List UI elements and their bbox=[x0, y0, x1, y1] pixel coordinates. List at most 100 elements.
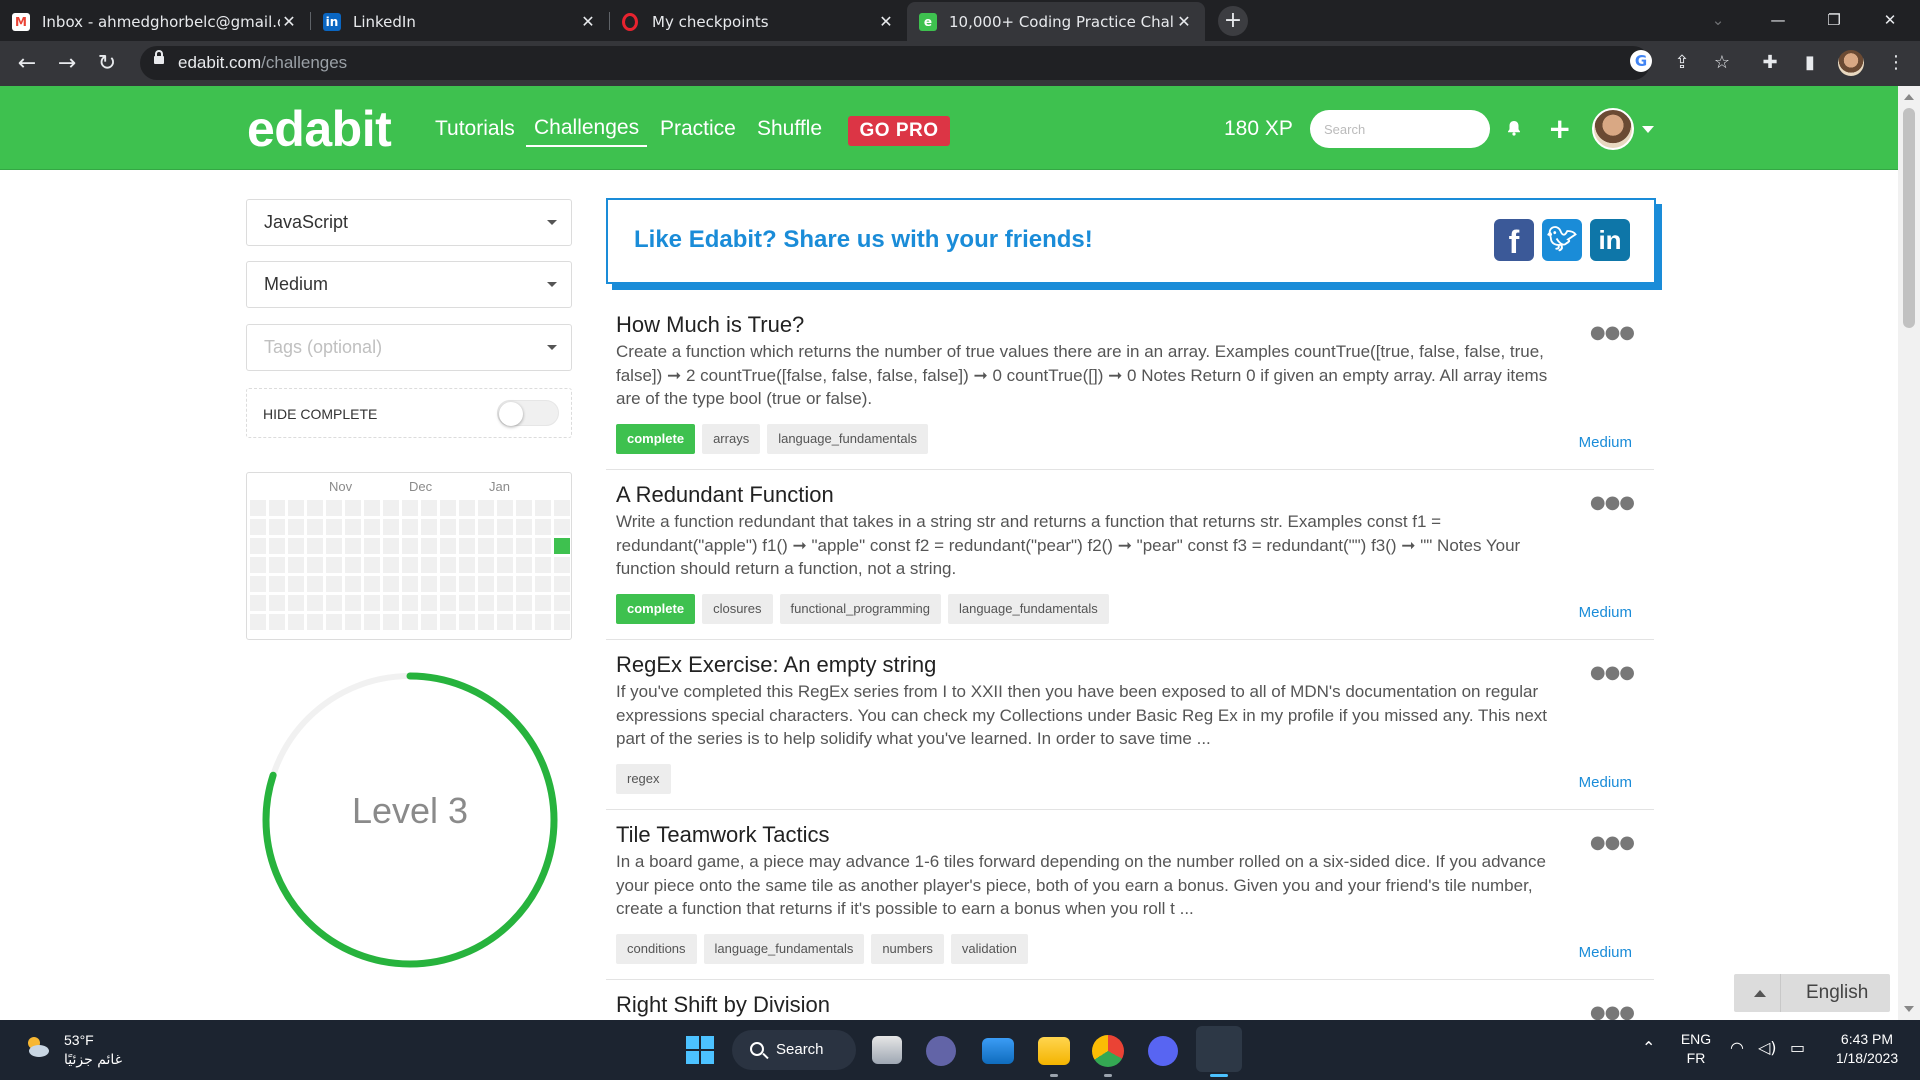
taskbar-search-button[interactable]: Search bbox=[732, 1030, 856, 1070]
tab-edabit[interactable]: e 10,000+ Coding Practice Challen ✕ bbox=[907, 2, 1205, 41]
discord-icon[interactable] bbox=[1148, 1036, 1178, 1066]
tag[interactable]: language_fundamentals bbox=[947, 594, 1109, 624]
challenge-card[interactable]: RegEx Exercise: An empty string If you'v… bbox=[606, 640, 1654, 810]
challenge-title[interactable]: A Redundant Function bbox=[616, 482, 834, 508]
mail-icon[interactable] bbox=[982, 1038, 1014, 1064]
chrome-icon[interactable] bbox=[1092, 1035, 1124, 1067]
more-options-icon[interactable]: ●●● bbox=[1590, 492, 1635, 513]
nav-practice[interactable]: Practice bbox=[660, 117, 736, 141]
reload-icon[interactable]: ↻ bbox=[92, 49, 122, 79]
linkedin-share-icon[interactable]: in bbox=[1590, 219, 1630, 261]
language-button[interactable]: English bbox=[1734, 974, 1890, 1012]
calendar-day-cell bbox=[287, 594, 305, 612]
edabit-logo[interactable]: edabit bbox=[247, 100, 392, 158]
nav-shuffle[interactable]: Shuffle bbox=[757, 117, 822, 141]
tag[interactable]: arrays bbox=[702, 424, 761, 454]
tag[interactable]: language_fundamentals bbox=[703, 934, 865, 964]
side-panel-icon[interactable]: ▮ bbox=[1796, 49, 1824, 77]
tag[interactable]: conditions bbox=[616, 934, 697, 964]
close-window-icon[interactable]: ✕ bbox=[1862, 0, 1918, 41]
tag-complete[interactable]: complete bbox=[616, 424, 696, 454]
challenge-title[interactable]: Right Shift by Division bbox=[616, 992, 830, 1018]
calendar-day-cell bbox=[515, 537, 533, 555]
bell-icon[interactable] bbox=[1506, 120, 1522, 136]
add-icon[interactable]: + bbox=[1548, 112, 1571, 145]
challenge-card[interactable]: Right Shift by Division ●●● bbox=[606, 980, 1654, 1020]
url-field[interactable]: edabit.com/challenges bbox=[140, 46, 1650, 80]
more-options-icon[interactable]: ●●● bbox=[1590, 322, 1635, 343]
close-tab-icon[interactable]: ✕ bbox=[579, 12, 597, 31]
challenge-card[interactable]: Tile Teamwork Tactics In a board game, a… bbox=[606, 810, 1654, 980]
tag[interactable]: regex bbox=[616, 764, 671, 794]
scroll-up-icon[interactable] bbox=[1904, 94, 1914, 100]
forward-icon[interactable]: → bbox=[52, 49, 82, 79]
restore-icon[interactable]: ❐ bbox=[1806, 0, 1862, 41]
clock[interactable]: 6:43 PM 1/18/2023 bbox=[1822, 1030, 1912, 1068]
share-icon[interactable]: ⇪ bbox=[1668, 49, 1696, 77]
twitter-icon[interactable]: 🐦︎ bbox=[1542, 219, 1582, 261]
tab-search-icon[interactable]: ⌄ bbox=[1690, 0, 1746, 41]
tab-linkedin[interactable]: in LinkedIn ✕ bbox=[311, 2, 609, 41]
tab-checkpoints[interactable]: My checkpoints ✕ bbox=[610, 2, 907, 41]
volume-icon[interactable]: ◁) bbox=[1758, 1038, 1777, 1057]
challenge-card[interactable]: How Much is True? Create a function whic… bbox=[606, 300, 1654, 470]
snipping-tool-icon[interactable] bbox=[1196, 1026, 1242, 1072]
wifi-icon[interactable]: ◠ bbox=[1730, 1038, 1744, 1057]
profile-avatar-icon[interactable] bbox=[1838, 50, 1864, 76]
tab-gmail[interactable]: M Inbox - ahmedghorbelc@gmail.c ✕ bbox=[0, 2, 310, 41]
close-tab-icon[interactable]: ✕ bbox=[280, 12, 298, 31]
difficulty-label[interactable]: Medium bbox=[1579, 604, 1632, 621]
task-view-icon[interactable] bbox=[872, 1036, 902, 1064]
difficulty-label[interactable]: Medium bbox=[1579, 434, 1632, 451]
close-tab-icon[interactable]: ✕ bbox=[877, 12, 895, 31]
input-language[interactable]: ENG FR bbox=[1678, 1030, 1714, 1068]
difficulty-select[interactable]: Medium bbox=[246, 261, 572, 308]
tags-select[interactable]: Tags (optional) bbox=[246, 324, 572, 371]
facebook-icon[interactable]: f bbox=[1494, 219, 1534, 261]
tag[interactable]: numbers bbox=[871, 934, 944, 964]
go-pro-button[interactable]: GO PRO bbox=[848, 116, 950, 146]
tag[interactable]: validation bbox=[950, 934, 1028, 964]
calendar-day-cell bbox=[439, 613, 457, 631]
chevron-up-icon[interactable]: ⌃ bbox=[1642, 1038, 1655, 1057]
challenge-title[interactable]: How Much is True? bbox=[616, 312, 804, 338]
menu-dots-icon[interactable]: ⋮ bbox=[1882, 49, 1910, 77]
hide-complete-toggle[interactable] bbox=[497, 400, 559, 426]
nav-challenges[interactable]: Challenges bbox=[526, 116, 648, 147]
difficulty-label[interactable]: Medium bbox=[1579, 944, 1632, 961]
bookmark-star-icon[interactable]: ☆ bbox=[1708, 49, 1736, 77]
tag[interactable]: language_fundamentals bbox=[767, 424, 928, 454]
google-icon[interactable]: G bbox=[1630, 50, 1652, 72]
tag-complete[interactable]: complete bbox=[616, 594, 696, 624]
more-options-icon[interactable]: ●●● bbox=[1590, 662, 1635, 683]
nav-tutorials[interactable]: Tutorials bbox=[435, 117, 515, 141]
search-input[interactable] bbox=[1310, 110, 1490, 148]
extensions-icon[interactable]: ✚ bbox=[1756, 49, 1784, 77]
difficulty-label[interactable]: Medium bbox=[1579, 774, 1632, 791]
battery-icon[interactable]: ▭ bbox=[1790, 1038, 1805, 1057]
tag[interactable]: closures bbox=[702, 594, 773, 624]
more-options-icon[interactable]: ●●● bbox=[1590, 1002, 1635, 1020]
calendar-day-cell bbox=[249, 537, 267, 555]
scroll-down-icon[interactable] bbox=[1904, 1006, 1914, 1012]
challenge-title[interactable]: Tile Teamwork Tactics bbox=[616, 822, 830, 848]
close-tab-icon[interactable]: ✕ bbox=[1175, 12, 1193, 31]
file-explorer-icon[interactable] bbox=[1038, 1037, 1070, 1065]
calendar-day-cell bbox=[515, 499, 533, 517]
windows-start-icon[interactable] bbox=[686, 1036, 714, 1064]
avatar[interactable] bbox=[1592, 108, 1634, 150]
language-select[interactable]: JavaScript bbox=[246, 199, 572, 246]
teams-chat-icon[interactable] bbox=[926, 1036, 956, 1066]
back-icon[interactable]: ← bbox=[12, 49, 42, 79]
tag[interactable]: functional_programming bbox=[779, 594, 941, 624]
page-scrollbar[interactable] bbox=[1898, 86, 1920, 1020]
chevron-down-icon[interactable] bbox=[1642, 126, 1654, 133]
scrollbar-thumb[interactable] bbox=[1903, 108, 1915, 328]
challenge-title[interactable]: RegEx Exercise: An empty string bbox=[616, 652, 936, 678]
challenge-card[interactable]: A Redundant Function Write a function re… bbox=[606, 470, 1654, 640]
new-tab-button[interactable]: + bbox=[1218, 6, 1248, 36]
calendar-day-cell bbox=[268, 499, 286, 517]
more-options-icon[interactable]: ●●● bbox=[1590, 832, 1635, 853]
minimize-icon[interactable]: — bbox=[1750, 0, 1806, 41]
weather-icon[interactable] bbox=[22, 1032, 52, 1062]
